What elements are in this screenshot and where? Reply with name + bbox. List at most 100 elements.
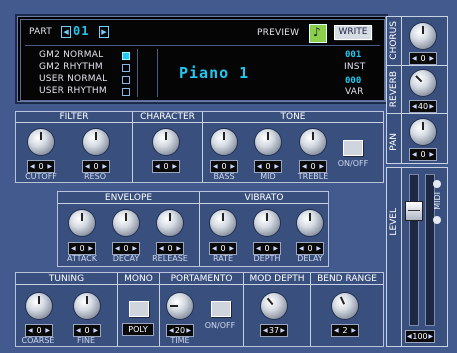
bass-label: BASS <box>213 172 235 181</box>
part-value: 01 <box>73 24 90 38</box>
depth-knob[interactable] <box>254 210 280 236</box>
depth-value: 0 <box>264 244 270 253</box>
delay-knob[interactable] <box>297 210 323 236</box>
attack-knob[interactable] <box>69 210 95 236</box>
increment-icon: ▶ <box>316 245 321 252</box>
bend-range-value: 2 <box>342 326 348 335</box>
decrement-icon: ◀ <box>159 245 164 252</box>
part-prev-button[interactable]: ◀ <box>61 26 71 38</box>
mode-user-normal-led[interactable] <box>122 76 130 84</box>
pan-knob[interactable] <box>410 119 436 145</box>
envelope-vibrato-section: ENVELOPE VIBRATO ◀ 0 ▶ ATTACK ◀ 0 ▶ DECAY ◀ 0… <box>57 191 329 267</box>
decay-value: 0 <box>123 244 129 253</box>
filter-title: FILTER <box>59 112 89 122</box>
increment-icon: ▶ <box>45 327 50 334</box>
coarse-knob[interactable] <box>26 293 52 319</box>
poly-indicator: POLY <box>122 323 154 336</box>
lcd-inner: PART ◀ 01 ▶ PREVIEW ♪ WRITE GM2 NORMAL G… <box>20 19 385 101</box>
chorus-value-box[interactable]: ◀ 0 ▶ <box>409 52 437 65</box>
decrement-icon: ◀ <box>169 327 174 334</box>
increment-icon: ▶ <box>230 163 235 170</box>
decrement-icon: ◀ <box>71 245 76 252</box>
character-value: 0 <box>163 162 169 171</box>
mono-button[interactable] <box>129 301 149 317</box>
coarse-value: 0 <box>36 326 42 335</box>
decrement-icon: ◀ <box>28 327 33 334</box>
mod-depth-knob[interactable] <box>261 293 287 319</box>
portamento-time-knob[interactable] <box>167 293 193 319</box>
decay-label: DECAY <box>112 254 140 263</box>
decrement-icon: ◀ <box>407 333 412 340</box>
decrement-icon: ◀ <box>334 327 339 334</box>
mode-gm2-normal-led[interactable] <box>122 52 130 60</box>
chorus-knob[interactable] <box>410 23 436 49</box>
release-value: 0 <box>167 244 173 253</box>
mid-knob[interactable] <box>255 129 281 155</box>
bend-range-knob[interactable] <box>332 293 358 319</box>
attack-value: 0 <box>79 244 85 253</box>
mid-value: 0 <box>265 162 271 171</box>
fine-knob[interactable] <box>74 293 100 319</box>
release-knob[interactable] <box>157 210 183 236</box>
mode-user-rhythm: USER RHYTHM <box>39 86 107 96</box>
mode-user-rhythm-led[interactable] <box>122 88 130 96</box>
patch-name: Piano 1 <box>179 64 250 82</box>
tone-onoff-label: ON/OFF <box>337 159 369 168</box>
preview-label: PREVIEW <box>257 28 300 38</box>
midi-label: MIDI <box>433 192 442 210</box>
increment-icon: ▶ <box>88 245 93 252</box>
preview-button[interactable]: ♪ <box>309 24 327 43</box>
increment-icon: ▶ <box>229 245 234 252</box>
reverb-label: REVERB <box>389 71 399 108</box>
pan-value-box[interactable]: ◀ 0 ▶ <box>409 148 437 161</box>
midi-indicator-led <box>433 216 441 224</box>
decrement-icon: ◀ <box>263 327 268 334</box>
bass-value: 0 <box>221 162 227 171</box>
increment-icon: ▶ <box>176 245 181 252</box>
rate-knob[interactable] <box>210 210 236 236</box>
decrement-icon: ◀ <box>299 245 304 252</box>
reverb-knob[interactable] <box>410 70 436 96</box>
increment-icon: ▶ <box>280 327 285 334</box>
level-value-box[interactable]: ◀ 100 ▶ <box>405 330 435 343</box>
write-button[interactable]: WRITE <box>334 25 372 40</box>
tone-onoff-button[interactable] <box>343 140 363 156</box>
portamento-time-value: 20 <box>174 326 186 335</box>
decrement-icon: ◀ <box>412 151 417 158</box>
decrement-icon: ◀ <box>155 163 160 170</box>
level-value: 100 <box>412 332 428 341</box>
mode-gm2-normal: GM2 NORMAL <box>39 50 104 60</box>
bend-range-value-box[interactable]: ◀ 2 ▶ <box>331 324 359 337</box>
decay-knob[interactable] <box>113 210 139 236</box>
mod-depth-value-box[interactable]: ◀ 37 ▶ <box>260 324 288 337</box>
decrement-icon: ◀ <box>30 163 35 170</box>
character-value-box[interactable]: ◀ 0 ▶ <box>152 160 180 173</box>
inst-label: INST <box>344 62 366 72</box>
cutoff-knob[interactable] <box>28 129 54 155</box>
fine-label: FINE <box>77 336 95 345</box>
decrement-icon: ◀ <box>212 245 217 252</box>
increment-icon: ▶ <box>319 163 324 170</box>
decrement-icon: ◀ <box>412 55 417 62</box>
level-panel: LEVEL MIDI ◀ 100 ▶ <box>386 167 448 347</box>
level-slider-handle[interactable] <box>405 201 423 221</box>
lcd-display: PART ◀ 01 ▶ PREVIEW ♪ WRITE GM2 NORMAL G… <box>15 14 388 104</box>
filter-tone-section: FILTER CHARACTER TONE ◀ 0 ▶ CUTOFF ◀ 0 ▶ RES… <box>15 111 384 183</box>
character-knob[interactable] <box>153 129 179 155</box>
coarse-label: COARSE <box>21 336 55 345</box>
decrement-icon: ◀ <box>412 103 417 110</box>
part-next-button[interactable]: ▶ <box>99 26 109 38</box>
release-label: RELEASE <box>152 254 188 263</box>
level-slider-track[interactable] <box>409 174 419 326</box>
portamento-time-label: TIME <box>170 336 190 345</box>
reverb-value-box[interactable]: ◀ 40 ▶ <box>409 100 437 113</box>
tuning-section: TUNING MONO PORTAMENTO MOD DEPTH BEND RA… <box>15 272 384 347</box>
decrement-icon: ◀ <box>256 245 261 252</box>
bass-knob[interactable] <box>211 129 237 155</box>
part-label: PART <box>29 27 52 37</box>
portamento-onoff-button[interactable] <box>211 301 231 317</box>
treble-knob[interactable] <box>300 129 326 155</box>
mode-gm2-rhythm-led[interactable] <box>122 64 130 72</box>
reso-knob[interactable] <box>83 129 109 155</box>
portamento-onoff-label: ON/OFF <box>204 321 236 330</box>
